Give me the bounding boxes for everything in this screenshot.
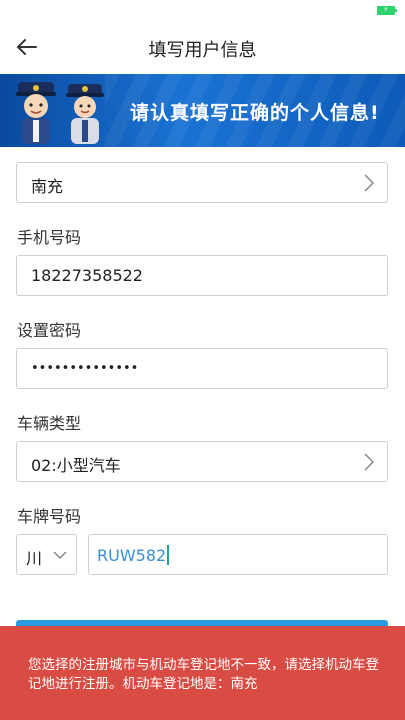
phone-input[interactable]: 18227358522 (16, 255, 388, 296)
police-mascot-icon (16, 82, 56, 144)
vehicle-type-select[interactable]: 02:小型汽车 (16, 441, 388, 482)
page-title: 填写用户信息 (148, 40, 257, 61)
status-bar: ⚡ (0, 0, 405, 22)
toast-message: 您选择的注册城市与机动车登记地不一致，请选择机动车登记地进行注册。机动车登记地是… (28, 657, 379, 692)
password-label: 设置密码 (17, 321, 82, 340)
battery-icon: ⚡ (377, 5, 397, 15)
plate-number-input[interactable]: RUW582 (88, 534, 388, 575)
vehicle-type-value: 02:小型汽车 (31, 456, 121, 475)
chevron-right-icon (364, 453, 375, 471)
phone-label: 手机号码 (17, 228, 82, 247)
plate-province-select[interactable]: 川 (16, 534, 77, 575)
error-toast: 您选择的注册城市与机动车登记地不一致，请选择机动车登记地进行注册。机动车登记地是… (0, 626, 405, 720)
vehicle-type-label: 车辆类型 (17, 414, 82, 433)
city-select[interactable]: 南充 (16, 162, 388, 203)
plate-province-value: 川 (26, 549, 43, 568)
text-cursor (167, 545, 170, 565)
chevron-right-icon (364, 174, 375, 192)
app-header: 填写用户信息 (0, 22, 405, 72)
phone-value: 18227358522 (31, 266, 143, 285)
info-banner: 请认真填写正确的个人信息! (0, 74, 405, 147)
banner-text: 请认真填写正确的个人信息! (130, 102, 380, 124)
password-input[interactable]: •••••••••••••• (16, 348, 388, 389)
city-value: 南充 (31, 177, 64, 196)
plate-label: 车牌号码 (17, 507, 82, 526)
plate-number-value: RUW582 (97, 546, 167, 565)
chevron-down-icon (53, 551, 67, 560)
password-value: •••••••••••••• (31, 361, 139, 376)
police-mascot-icon (66, 84, 104, 144)
